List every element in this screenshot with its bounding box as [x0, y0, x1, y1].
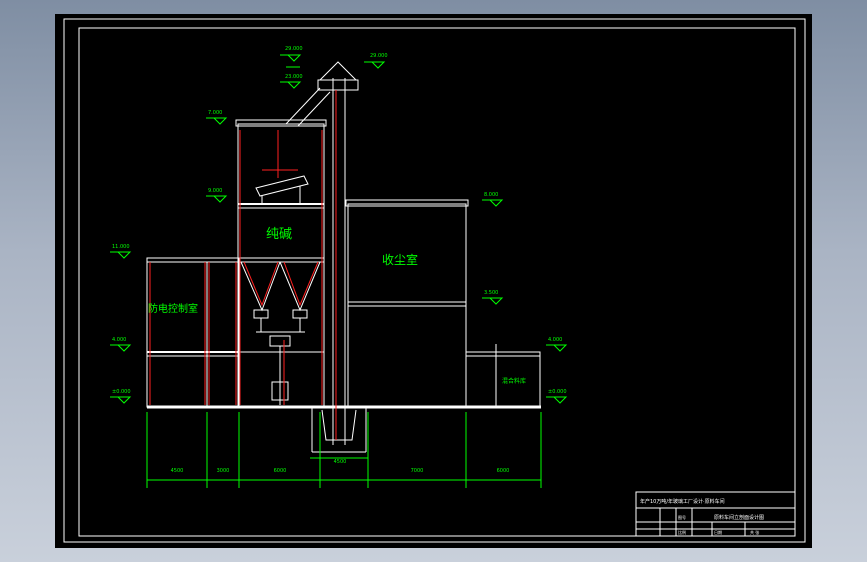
title-cell-c: 日期	[714, 529, 722, 535]
dim-6: 6000	[497, 468, 510, 474]
label-dust-room: 收尘室	[382, 252, 418, 267]
dust-room	[345, 199, 469, 408]
label-control-room: 防电控制室	[148, 302, 198, 315]
title-cell-a: 图号	[678, 514, 686, 520]
elev-top-a: 29.000	[285, 46, 303, 52]
elev-ctrl: 11.000	[112, 244, 130, 250]
elev-mid-r: 8.000	[484, 192, 498, 198]
elev-low-l: 4.000	[112, 337, 126, 343]
soda-building	[235, 119, 327, 408]
control-room	[146, 257, 240, 408]
elev-head: 23.000	[285, 74, 303, 80]
dim-2: 3000	[217, 468, 230, 474]
control-room-red	[149, 262, 237, 405]
soda-building-red	[239, 130, 323, 405]
outer-border	[63, 18, 806, 543]
elev-top-b: 29.000	[370, 53, 388, 59]
elev-mid-l: 9.000	[208, 188, 222, 194]
label-soda: 纯碱	[266, 227, 292, 242]
title-project: 年产10万吨/年玻璃工厂设计·原料车间	[640, 498, 725, 505]
elev-low-r: 4.000	[548, 337, 562, 343]
elev-roof: 7.000	[208, 110, 222, 116]
batch-room	[465, 344, 541, 408]
elev-base-l: ±0.000	[112, 389, 131, 395]
dimension-system	[146, 412, 542, 488]
elev-base-r: ±0.000	[548, 389, 567, 395]
elevation-markers	[110, 54, 568, 404]
dim-5: 7000	[411, 468, 424, 474]
cad-drawing: 4500 3000 6000 4500 7000 6000 29.000 29.…	[63, 18, 806, 543]
inner-border	[78, 27, 796, 537]
dim-4: 4500	[334, 459, 347, 465]
elev-floor-r: 3.500	[484, 290, 498, 296]
dim-1: 4500	[171, 468, 184, 474]
title-cell-d: 共 张	[750, 529, 759, 535]
dim-3: 6000	[274, 468, 287, 474]
title-cell-b: 比例	[678, 529, 686, 535]
label-batch-room: 混合料库	[502, 377, 526, 385]
title-drawing: 原料车间立剖面设计图	[714, 514, 764, 521]
